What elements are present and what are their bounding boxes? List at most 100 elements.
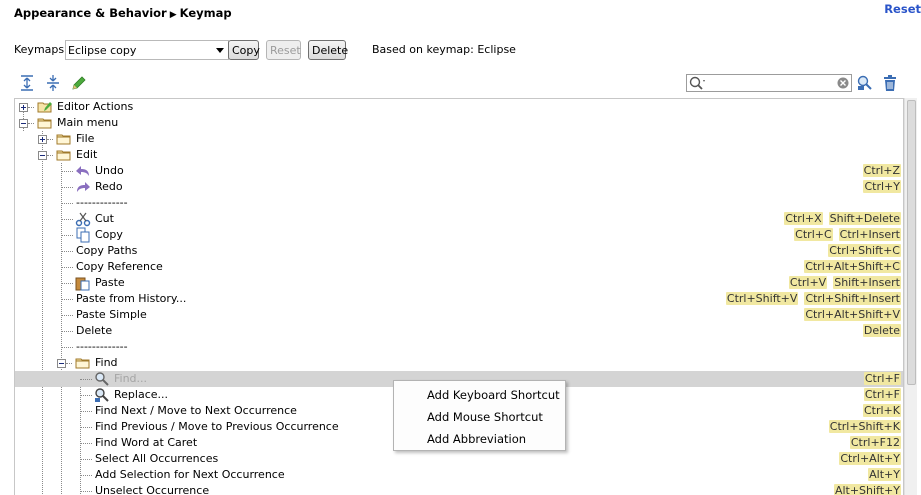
shortcut-list: Ctrl+Alt+Shift+V	[798, 308, 901, 321]
undo-icon	[76, 166, 89, 176]
shortcut-list: Ctrl+V Shift+Insert	[783, 276, 901, 289]
shortcut-list: Ctrl+F12	[844, 436, 901, 449]
tree-connector	[80, 379, 92, 380]
copy-button[interactable]: Copy	[228, 40, 260, 60]
collapse-toggle-icon[interactable]	[19, 119, 28, 128]
collapse-all-icon[interactable]	[44, 74, 62, 92]
tree-row-label: Copy Reference	[76, 260, 163, 273]
expand-toggle-icon[interactable]	[19, 103, 28, 112]
shortcut-badge: Ctrl+F	[863, 388, 901, 401]
shortcut-list: Ctrl+Alt+Y	[833, 452, 901, 465]
delete-button[interactable]: Delete	[308, 40, 348, 60]
tree-connector	[80, 411, 92, 412]
collapse-toggle-icon[interactable]	[38, 151, 47, 160]
tree-connector	[61, 299, 73, 300]
tree-row[interactable]: Copy Ctrl+C Ctrl+Insert	[15, 227, 903, 243]
expand-toggle-icon[interactable]	[38, 135, 47, 144]
tree-row-label: Replace...	[114, 388, 169, 401]
chevron-right-icon: ▶	[169, 10, 177, 20]
trash-icon[interactable]	[882, 74, 898, 92]
folder-icon	[75, 358, 90, 369]
shortcut-badge: Ctrl+V	[788, 276, 828, 289]
shortcut-badge: Ctrl+Shift+K	[828, 420, 901, 433]
shortcut-badge: Ctrl+Shift+C	[828, 244, 901, 257]
tree-row-label: -------------	[76, 340, 128, 353]
tree-connector	[61, 187, 73, 188]
shortcut-list: Ctrl+X Shift+Delete	[778, 212, 901, 225]
tree-row[interactable]: Edit	[15, 147, 903, 163]
tree-row-label: Edit	[76, 148, 98, 161]
shortcut-badge: Ctrl+F12	[849, 436, 901, 449]
tree-scrollbar[interactable]	[904, 98, 917, 495]
shortcut-list: Ctrl+Alt+Shift+C	[798, 260, 901, 273]
clear-search-icon[interactable]	[837, 77, 849, 89]
keymap-select-value: Eclipse copy	[68, 44, 137, 57]
reset-button[interactable]: Reset	[266, 40, 301, 60]
tree-row[interactable]: File	[15, 131, 903, 147]
tree-row-label: Main menu	[57, 116, 119, 129]
reset-link[interactable]: Reset	[884, 2, 921, 16]
tree-row[interactable]: Redo Ctrl+Y	[15, 179, 903, 195]
tree-connector	[80, 395, 92, 396]
tree-row-label: Find...	[114, 372, 148, 385]
shortcut-badge: Delete	[862, 324, 901, 337]
search-input[interactable]	[686, 74, 852, 92]
tree-row-label: Select All Occurrences	[95, 452, 219, 465]
tree-row-label: Paste	[95, 276, 125, 289]
shortcut-badge: Ctrl+Alt+Shift+C	[804, 260, 901, 273]
find-by-shortcut-icon[interactable]	[856, 75, 874, 91]
tree-row[interactable]: -------------	[15, 339, 903, 355]
tree-row-label: Redo	[95, 180, 123, 193]
tree-connector	[80, 475, 92, 476]
tree-row[interactable]: Copy Paths Ctrl+Shift+C	[15, 243, 903, 259]
shortcut-badge: Ctrl+X	[784, 212, 823, 225]
tree-row[interactable]: Editor Actions	[15, 99, 903, 115]
shortcut-list: Ctrl+Y	[857, 180, 901, 193]
context-menu-item[interactable]: Add Mouse Shortcut	[394, 406, 565, 428]
tree-row-label: Editor Actions	[57, 100, 134, 113]
scrollbar-thumb[interactable]	[907, 100, 916, 385]
tree-row[interactable]: Cut Ctrl+X Shift+Delete	[15, 211, 903, 227]
editor-actions-icon	[37, 102, 52, 113]
tree-connector	[61, 315, 73, 316]
tree-row-label: Paste Simple	[76, 308, 147, 321]
keymap-select[interactable]: Eclipse copy	[65, 40, 229, 60]
tree-row[interactable]: Paste from History... Ctrl+Shift+V Ctrl+Sh…	[15, 291, 903, 307]
tree-row-label: Copy	[95, 228, 123, 241]
tree-row[interactable]: Paste Simple Ctrl+Alt+Shift+V	[15, 307, 903, 323]
shortcut-list: Ctrl+Z	[857, 164, 901, 177]
shortcut-badge: Ctrl+Z	[862, 164, 901, 177]
copy-icon	[76, 227, 90, 243]
tree-connector	[80, 427, 92, 428]
tree-connector	[80, 491, 92, 492]
tree-row[interactable]: Find	[15, 355, 903, 371]
tree-row[interactable]: Undo Ctrl+Z	[15, 163, 903, 179]
tree-row[interactable]: Unselect Occurrence Alt+Shift+Y	[15, 483, 903, 495]
context-menu-item[interactable]: Add Keyboard Shortcut	[394, 384, 565, 406]
tree-connector	[47, 139, 53, 140]
shortcut-badge: Ctrl+Alt+Y	[839, 452, 901, 465]
tree-row-label: Paste from History...	[76, 292, 187, 305]
tree-row[interactable]: Select All Occurrences Ctrl+Alt+Y	[15, 451, 903, 467]
tree-row[interactable]: Copy Reference Ctrl+Alt+Shift+C	[15, 259, 903, 275]
tree-row[interactable]: Main menu	[15, 115, 903, 131]
context-menu-item[interactable]: Add Abbreviation	[394, 428, 565, 450]
shortcut-list: Ctrl+C Ctrl+Insert	[788, 228, 901, 241]
tree-row-label: Find Next / Move to Next Occurrence	[95, 404, 297, 417]
shortcut-list: Ctrl+K	[857, 404, 901, 417]
tree-row-label: Undo	[95, 164, 124, 177]
shortcut-list: Alt+Shift+Y	[828, 484, 901, 495]
tree-row[interactable]: -------------	[15, 195, 903, 211]
shortcut-badge: Ctrl+Insert	[838, 228, 901, 241]
tree-row[interactable]: Delete Delete	[15, 323, 903, 339]
tree-row[interactable]: Paste Ctrl+V Shift+Insert	[15, 275, 903, 291]
tree-connector	[61, 331, 73, 332]
expand-all-icon[interactable]	[18, 74, 36, 92]
keymap-row: Keymaps: Eclipse copy Copy Reset Delete …	[14, 40, 534, 60]
shortcut-list: Ctrl+F	[858, 388, 901, 401]
tree-row[interactable]: Add Selection for Next Occurrence Alt+Y	[15, 467, 903, 483]
collapse-toggle-icon[interactable]	[57, 359, 66, 368]
tree-connector	[61, 283, 73, 284]
shortcut-badge: Ctrl+Y	[863, 180, 901, 193]
edit-pencil-icon[interactable]	[70, 74, 88, 92]
